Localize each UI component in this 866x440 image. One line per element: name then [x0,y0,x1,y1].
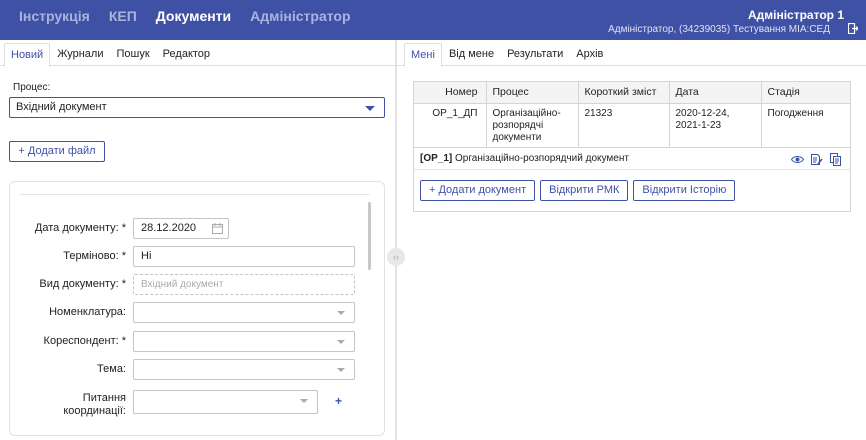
urgent-label: Терміново: * [63,250,126,262]
add-coordination-button[interactable]: + [335,394,342,408]
table-row[interactable]: OP_1_ДП Організаційно-розпорядчі докумен… [414,103,850,148]
tab-to-me[interactable]: Мені [404,43,442,67]
cell-number: OP_1_ДП [414,103,487,148]
form-row-topic: Тема: [10,359,384,381]
col-process[interactable]: Процес [486,82,579,104]
form-row-urgent: Терміново: * Ні [10,246,384,268]
calendar-icon[interactable] [212,223,223,234]
correspondent-select[interactable] [133,331,355,352]
tab-archive[interactable]: Архів [570,43,609,65]
date-value: 28.12.2020 [141,222,197,234]
chevron-down-icon [300,399,308,403]
right-tabs: Мені Від мене Результати Архів [397,43,866,67]
user-info: Адміністратор, (34239035) Тестування МІА… [608,24,830,35]
documents-grid: Номер Процес Короткий зміст Дата Стадія … [413,81,851,212]
tab-new[interactable]: Новий [4,43,51,67]
cell-process: Організаційно-розпорядчі документи [486,103,579,148]
process-value: Вхідний документ [16,101,107,113]
right-panel: Мені Від мене Результати Архів Номер Про… [397,40,866,440]
col-stage[interactable]: Стадія [761,82,850,104]
cell-stage: Погодження [761,103,850,148]
detail-code: [OP_1] [420,153,453,164]
coordination-label: Питання координації: [63,392,126,417]
user-name[interactable]: Адміністратор 1 [608,8,844,23]
detail-actions [791,148,842,170]
nav-instruction[interactable]: Інструкція [19,8,90,24]
date-label: Дата документу: * [34,222,126,234]
col-number[interactable]: Номер [414,82,487,104]
nav-administrator[interactable]: Адміністратор [250,8,350,24]
document-form: Дата документу: * 28.12.2020 Терміново: … [9,181,385,436]
tab-journals[interactable]: Журнали [51,43,109,65]
form-row-doc-type: Вид документу: * Вхідний документ [10,274,384,296]
topic-label: Тема: [97,363,126,375]
chevron-down-icon [337,340,345,344]
open-history-button[interactable]: Відкрити Історію [633,180,736,201]
form-divider [20,194,370,195]
tab-results[interactable]: Результати [501,43,569,65]
user-panel: Адміністратор 1 Адміністратор, (34239035… [608,8,844,36]
form-row-date: Дата документу: * 28.12.2020 [10,218,384,240]
edit-document-icon[interactable] [810,153,823,166]
nomenclature-label: Номенклатура: [49,306,126,318]
date-field[interactable]: 28.12.2020 [133,218,229,239]
chevron-down-icon [365,106,375,111]
chevron-down-icon [337,368,345,372]
nav-documents[interactable]: Документи [156,8,231,24]
urgent-field[interactable]: Ні [133,246,355,267]
form-row-nomenclature: Номенклатура: [10,302,384,324]
tab-editor[interactable]: Редактор [157,43,216,65]
process-label: Процес: [13,82,51,93]
left-tabs: Новий Журнали Пошук Редактор [0,43,395,67]
process-select[interactable]: Вхідний документ [9,97,385,118]
cell-date: 2020-12-24, 2021-1-23 [669,103,762,148]
eye-icon[interactable] [791,154,804,165]
chevron-down-icon [337,311,345,315]
nav-kep[interactable]: КЕП [109,8,137,24]
table-header-row: Номер Процес Короткий зміст Дата Стадія [414,82,850,104]
documents-table: Номер Процес Короткий зміст Дата Стадія … [414,82,850,148]
correspondent-label: Кореспондент: * [43,335,126,347]
copy-document-icon[interactable] [829,152,842,166]
doc-type-label: Вид документу: * [39,278,126,290]
cell-summary: 21323 [578,103,670,148]
col-date[interactable]: Дата [669,82,762,104]
tab-from-me[interactable]: Від мене [443,43,500,65]
form-row-coordination: Питання координації: + [10,390,384,418]
form-row-correspondent: Кореспондент: * [10,331,384,353]
topic-select[interactable] [133,359,355,380]
top-bar: Інструкція КЕП Документи Адміністратор А… [0,0,866,40]
add-file-button[interactable]: + Додати файл [9,141,105,162]
coordination-select[interactable] [133,390,318,414]
left-panel: Новий Журнали Пошук Редактор Процес: Вхі… [0,40,395,440]
top-navigation: Інструкція КЕП Документи Адміністратор [19,8,370,24]
col-summary[interactable]: Короткий зміст [578,82,670,104]
add-document-button[interactable]: + Додати документ [420,180,536,201]
doc-type-field[interactable]: Вхідний документ [133,274,355,295]
exit-icon[interactable] [848,23,858,34]
nomenclature-select[interactable] [133,302,355,323]
detail-title: Організаційно-розпорядчий документ [455,153,629,164]
tab-search[interactable]: Пошук [111,43,156,65]
document-detail-row[interactable]: [OP_1] Організаційно-розпорядчий докумен… [414,148,850,170]
grid-actions: + Додати документ Відкрити РМК Відкрити … [420,180,740,201]
open-rmk-button[interactable]: Відкрити РМК [540,180,629,201]
